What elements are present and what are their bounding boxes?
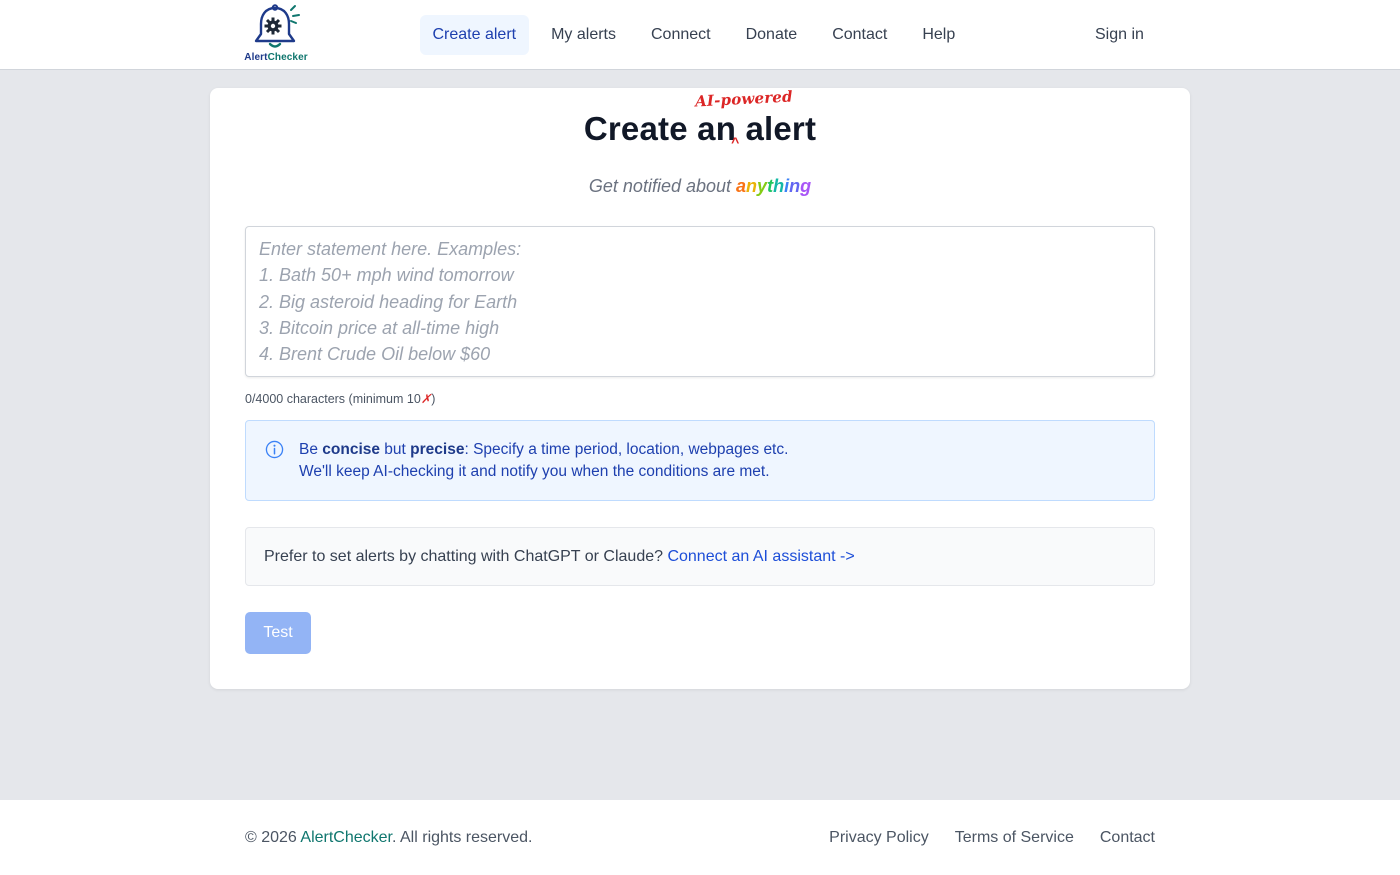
footer: © 2026 AlertChecker. All rights reserved… — [0, 800, 1400, 875]
info-line-2: We'll keep AI-checking it and notify you… — [299, 463, 770, 480]
page-title: Create an AI-powered ^ alert — [583, 87, 817, 150]
nav-create-alert[interactable]: Create alert — [420, 15, 529, 55]
terms-of-service-link[interactable]: Terms of Service — [955, 829, 1074, 847]
logo-text: AlertChecker — [244, 52, 308, 63]
alertchecker-logo[interactable]: AlertChecker — [241, 4, 311, 64]
invalid-mark-icon: ✗ — [420, 392, 432, 406]
rainbow-letter: n — [789, 176, 801, 196]
nav-donate[interactable]: Donate — [733, 15, 810, 55]
character-count: 0/4000 characters (minimum 10✗) — [245, 392, 436, 406]
rainbow-letter: n — [746, 176, 758, 196]
page-title-wrap: Create an AI-powered ^ alert — [210, 87, 1190, 150]
info-box: Be concise but precise: Specify a time p… — [245, 420, 1155, 501]
connect-ai-assistant-link[interactable]: Connect an AI assistant -> — [667, 548, 854, 565]
footer-contact-link[interactable]: Contact — [1100, 829, 1155, 847]
bell-gear-icon — [254, 4, 300, 48]
title-an: an AI-powered ^ — [694, 87, 794, 150]
statement-input[interactable] — [245, 226, 1155, 377]
nav-help[interactable]: Help — [910, 15, 968, 55]
info-line-1: Be concise but precise: Specify a time p… — [299, 441, 789, 458]
test-button[interactable]: Test — [245, 612, 311, 654]
nav-contact[interactable]: Contact — [820, 15, 900, 55]
page-subtitle: Get notified about anything — [588, 176, 812, 196]
sign-in-link[interactable]: Sign in — [1095, 15, 1144, 55]
info-icon — [265, 440, 284, 459]
insertion-caret: ^ — [731, 134, 740, 150]
title-alert: alert — [745, 110, 817, 147]
nav-connect[interactable]: Connect — [639, 15, 724, 55]
ai-assistant-text: Prefer to set alerts by chatting with Ch… — [264, 548, 855, 565]
nav-my-alerts[interactable]: My alerts — [539, 15, 629, 55]
ai-powered-annotation: AI-powered — [694, 87, 794, 111]
privacy-policy-link[interactable]: Privacy Policy — [829, 829, 929, 847]
rainbow-letter: a — [736, 176, 747, 196]
main-nav: Create alert My alerts Connect Donate Co… — [420, 15, 978, 55]
copyright: © 2026 AlertChecker. All rights reserved… — [245, 829, 533, 846]
top-navigation-bar: AlertChecker Create alert My alerts Conn… — [0, 0, 1400, 70]
ai-assistant-box: Prefer to set alerts by chatting with Ch… — [245, 527, 1155, 586]
rainbow-letter: y — [757, 176, 768, 196]
title-create: Create — [583, 110, 688, 147]
rainbow-letter: h — [773, 176, 785, 196]
footer-links: Privacy Policy Terms of Service Contact — [803, 829, 1155, 847]
rainbow-letter: g — [800, 176, 812, 196]
footer-brand-link[interactable]: AlertChecker — [300, 829, 392, 846]
rainbow-anything: anything — [736, 176, 811, 196]
create-alert-card: Create an AI-powered ^ alert Get notified … — [210, 87, 1190, 689]
